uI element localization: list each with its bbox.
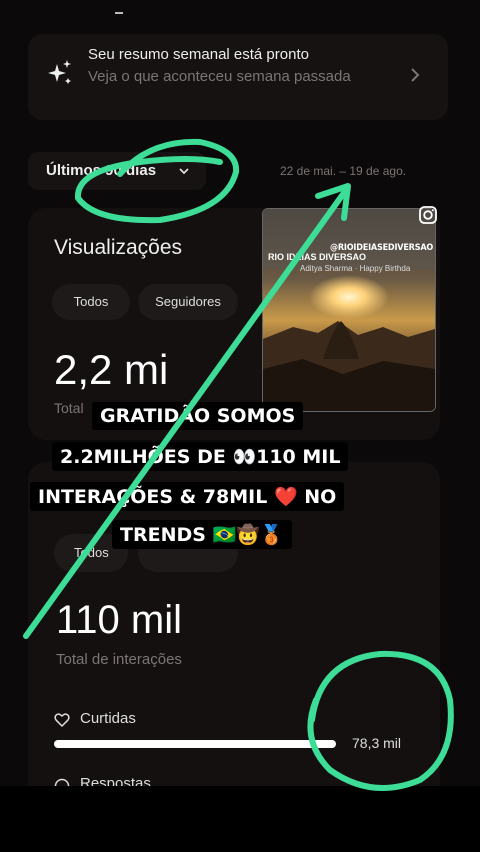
status-indicator [115, 12, 123, 14]
sparkle-icon [48, 60, 71, 84]
chevron-down-icon [179, 168, 189, 175]
thumbnail-song-text: Aditya Sharma · Happy Birthda [300, 264, 411, 273]
interactions-total-caption: Total de interações [56, 651, 182, 668]
insights-screen: Seu resumo semanal está pronto Veja o qu… [0, 0, 480, 852]
thumbnail-brand-text: RIO IDEIAS DIVERSAO [268, 252, 367, 262]
instagram-icon [419, 206, 437, 224]
sunset-image [263, 209, 435, 411]
chevron-right-icon [411, 68, 420, 82]
likes-value: 78,3 mil [352, 735, 402, 751]
summary-subtitle: Veja o que aconteceu semana passada [88, 68, 351, 85]
heart-icon [54, 713, 70, 728]
date-range-label: Últimos 90 dias [46, 162, 157, 179]
caption-line-3: INTERAÇÕES & 78MIL ❤️ NO [30, 482, 345, 511]
caption-line-2: 2.2MILHÕES DE 👀110 MIL [52, 442, 349, 471]
filter-followers-chip[interactable]: Seguidores [138, 284, 238, 320]
likes-label: Curtidas [80, 710, 136, 727]
weekly-summary-card[interactable]: Seu resumo semanal está pronto Veja o qu… [28, 34, 448, 120]
date-range-dates: 22 de mai. – 19 de ago. [280, 164, 407, 178]
views-total-caption: Total [54, 400, 84, 416]
views-title: Visualizações [54, 236, 183, 259]
interactions-total-value: 110 mil [56, 598, 182, 642]
bottom-letterbox [0, 786, 480, 852]
views-total-value: 2,2 mi [54, 346, 169, 393]
likes-progress-bar [54, 740, 336, 748]
filter-all-chip[interactable]: Todos [52, 284, 130, 320]
caption-line-4: TRENDS 🇧🇷🤠🥉 [112, 520, 292, 549]
top-content-thumbnail[interactable] [262, 208, 436, 412]
caption-line-1: GRATIDÃO SOMOS [92, 402, 304, 430]
summary-title: Seu resumo semanal está pronto [88, 46, 309, 63]
date-range-dropdown[interactable]: Últimos 90 dias [28, 152, 206, 190]
